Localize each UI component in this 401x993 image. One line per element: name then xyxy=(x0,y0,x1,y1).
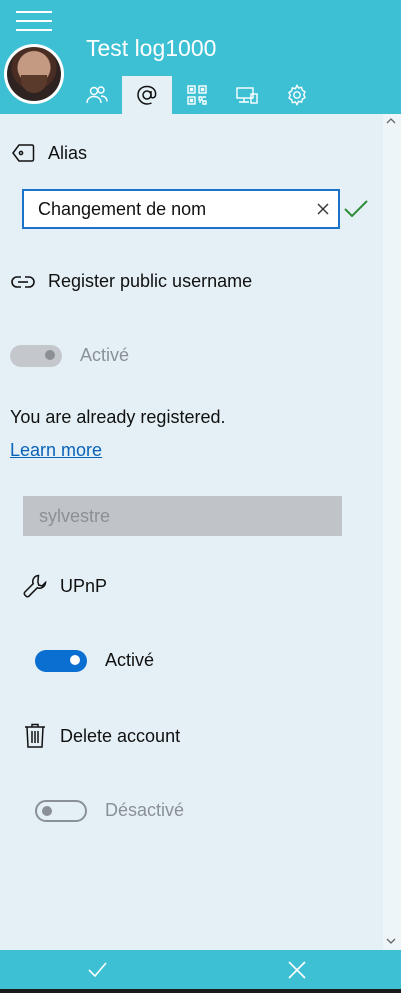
devices-icon xyxy=(236,87,258,104)
delete-account-toggle-label: Désactivé xyxy=(105,800,185,820)
tab-contacts[interactable] xyxy=(72,76,122,114)
scroll-up-icon[interactable] xyxy=(385,116,397,126)
registered-status-text: You are already registered. xyxy=(10,407,226,427)
register-toggle-label: Activé xyxy=(80,345,130,365)
qr-code-icon xyxy=(187,85,207,105)
delete-account-toggle[interactable] xyxy=(35,800,87,822)
tab-alias[interactable] xyxy=(122,76,172,114)
settings-tabs xyxy=(72,76,322,114)
trash-icon xyxy=(22,723,48,749)
tab-devices[interactable] xyxy=(222,76,272,114)
alias-field[interactable] xyxy=(22,189,340,229)
tab-settings[interactable] xyxy=(272,76,322,114)
account-name: Test log1000 xyxy=(86,35,217,61)
username-field xyxy=(23,496,342,536)
register-toggle[interactable] xyxy=(10,345,62,367)
tag-icon xyxy=(10,140,36,166)
gear-icon xyxy=(288,84,306,106)
register-label: Register public username xyxy=(48,270,253,291)
wrench-icon xyxy=(22,573,48,599)
at-icon xyxy=(137,85,157,105)
delete-account-header: Delete account xyxy=(22,723,180,749)
contacts-icon xyxy=(86,86,108,104)
account-header: Test log1000 xyxy=(0,0,401,114)
confirm-alias-check-icon[interactable] xyxy=(343,199,369,219)
footer-bar xyxy=(0,950,401,989)
register-header: Register public username xyxy=(10,268,252,294)
username-input xyxy=(23,496,339,536)
learn-more-link[interactable]: Learn more xyxy=(10,440,102,461)
cancel-close-icon[interactable] xyxy=(286,959,308,981)
upnp-label: UPnP xyxy=(60,575,108,596)
save-check-icon[interactable] xyxy=(86,959,108,981)
alias-header: Alias xyxy=(10,140,87,166)
avatar[interactable] xyxy=(4,44,64,104)
delete-account-label: Delete account xyxy=(60,725,181,746)
scroll-down-icon[interactable] xyxy=(385,936,397,946)
hamburger-menu-button[interactable] xyxy=(16,11,52,33)
alias-label: Alias xyxy=(48,142,88,163)
upnp-header: UPnP xyxy=(22,573,107,599)
link-icon xyxy=(10,268,36,294)
bottom-edge xyxy=(0,989,401,993)
alias-input[interactable] xyxy=(24,191,308,227)
vertical-scrollbar[interactable] xyxy=(383,114,401,950)
clear-icon[interactable] xyxy=(316,202,330,216)
upnp-toggle-label: Activé xyxy=(105,650,155,670)
tab-qr[interactable] xyxy=(172,76,222,114)
upnp-toggle[interactable] xyxy=(35,650,87,672)
